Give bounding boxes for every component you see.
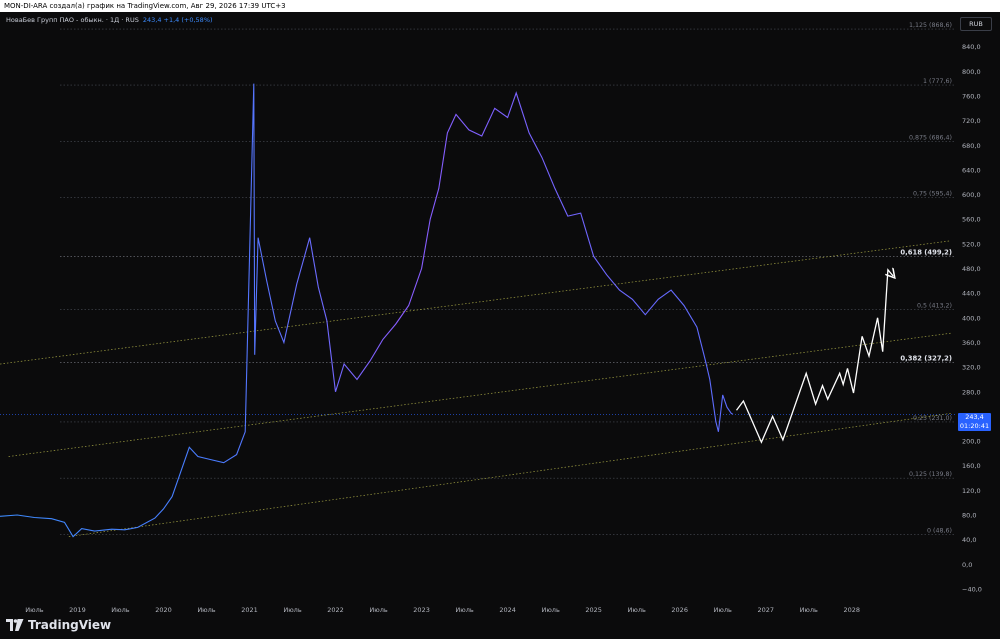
trend-channel-line[interactable] [8, 332, 951, 457]
y-axis-tick-label: 120,0 [962, 487, 981, 495]
fib-level-label: 0,875 (686,4) [909, 134, 952, 141]
fib-level-label: 0,5 (413,2) [917, 303, 952, 310]
y-axis-tick-label: 520,0 [962, 240, 981, 248]
y-axis-tick-label: 200,0 [962, 438, 981, 446]
x-axis-tick-label: 2025 [585, 606, 602, 613]
fib-level-label: 0,75 (595,4) [913, 190, 952, 197]
x-axis-tick-label: Июль [283, 606, 301, 613]
y-axis-tick-label: 280,0 [962, 388, 981, 396]
current-price-badge: 243,4 01:20:41 [958, 413, 991, 431]
y-axis-tick-label: 360,0 [962, 339, 981, 347]
export-header: MON-DI-ARA создал(а) график на TradingVi… [0, 0, 1000, 12]
x-axis-tick-label: Июль [800, 606, 818, 613]
y-axis-tick-label: 560,0 [962, 216, 981, 224]
x-axis-tick-label: 2019 [69, 606, 86, 613]
x-axis-tick-label: Июль [541, 606, 559, 613]
y-axis-tick-label: 600,0 [962, 191, 981, 199]
forecast-path[interactable] [735, 270, 894, 444]
fib-level-label: 1 (777,6) [923, 78, 952, 85]
tradingview-logo-icon [6, 619, 24, 631]
price-line[interactable] [0, 83, 734, 538]
tradingview-logo[interactable]: TradingView [6, 618, 111, 632]
y-axis-tick-label: 40,0 [962, 536, 976, 544]
trend-channel-line[interactable] [0, 240, 951, 365]
tradingview-brand: TradingView [28, 618, 112, 632]
y-axis-tick-label: 320,0 [962, 364, 981, 372]
chart-area[interactable]: НоваБев Групп ПАО - обыкн. · 1Д · RUS 243… [0, 12, 1000, 613]
y-axis-tick-label: 440,0 [962, 290, 981, 298]
x-axis-tick-label: Июль [197, 606, 215, 613]
y-axis-tick-label: 400,0 [962, 314, 981, 322]
x-axis-tick-label: 2028 [843, 606, 860, 613]
fib-level-label: 0 (48,6) [927, 527, 952, 534]
x-axis-tick-label: Июль [25, 606, 43, 613]
trend-channel-line[interactable] [68, 413, 951, 537]
y-axis-tick-label: 160,0 [962, 462, 981, 470]
x-axis-tick-label: Июль [455, 606, 473, 613]
x-axis-tick-label: 2023 [413, 606, 430, 613]
fib-level-label: 0,382 (327,2) [900, 355, 952, 363]
x-axis-tick-label: 2021 [241, 606, 258, 613]
fib-level-label: 0,618 (499,2) [900, 249, 952, 257]
x-axis-tick-label: 2022 [327, 606, 344, 613]
y-axis-tick-label: 640,0 [962, 166, 981, 174]
price-chart[interactable]: 1,125 (868,6) 1 (777,6) 0,875 (686,4) 0,75 … [0, 12, 1000, 613]
footer-bar: TradingView [0, 613, 1000, 639]
y-axis-tick-label: 480,0 [962, 265, 981, 273]
y-axis-tick-label: 680,0 [962, 142, 981, 150]
fib-level-label: 1,125 (868,6) [909, 22, 952, 29]
x-axis-tick-label: Июль [628, 606, 646, 613]
bar-timer: 01:20:41 [959, 422, 990, 430]
x-axis-tick-label: 2026 [671, 606, 688, 613]
y-axis-tick-label: 80,0 [962, 512, 976, 520]
x-axis-tick-label: Июль [714, 606, 732, 613]
x-axis-tick-label: 2020 [155, 606, 172, 613]
y-axis-tick-label: 800,0 [962, 68, 981, 76]
x-axis-tick-label: Июль [111, 606, 129, 613]
y-axis-tick-label: 0,0 [962, 561, 972, 569]
x-axis-tick-label: 2027 [757, 606, 774, 613]
y-axis-tick-label: −40,0 [962, 586, 982, 594]
y-axis-tick-label: 720,0 [962, 117, 981, 125]
fib-level-label: 0,125 (139,8) [909, 471, 952, 478]
current-price-value: 243,4 [965, 413, 984, 421]
x-axis-tick-label: 2024 [499, 606, 516, 613]
y-axis-tick-label: 840,0 [962, 43, 981, 51]
x-axis-tick-label: Июль [369, 606, 387, 613]
header-text: MON-DI-ARA создал(а) график на TradingVi… [4, 2, 286, 10]
y-axis-tick-label: 760,0 [962, 92, 981, 100]
